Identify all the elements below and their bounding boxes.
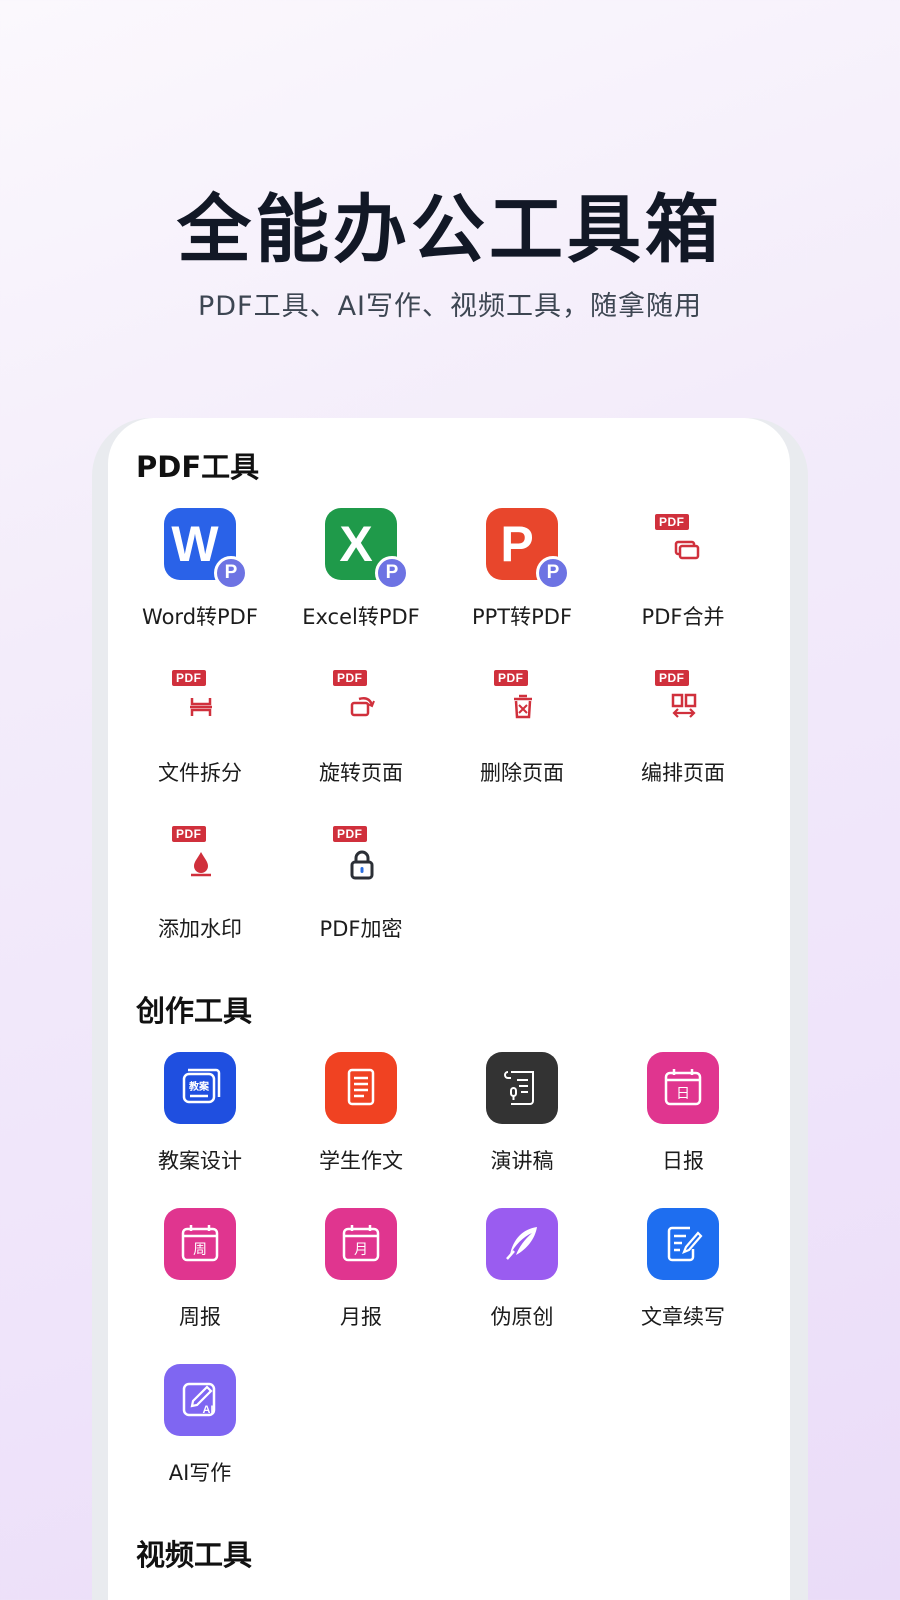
daily-report-icon: 日 [647,1052,719,1124]
tool-label: 教案设计 [158,1149,242,1173]
speech-icon [486,1052,558,1124]
tool-label: 周报 [179,1305,221,1329]
rewrite-icon [486,1208,558,1280]
svg-text:月: 月 [354,1242,368,1258]
tool-label: AI写作 [168,1461,232,1485]
tool-label: Excel转PDF [302,605,420,629]
section-title-creation: 创作工具 [136,994,253,1028]
tool-pdf-rotate[interactable]: PDF 旋转页面 [279,660,443,800]
tool-label: 删除页面 [480,761,564,785]
tool-student-essay[interactable]: 学生作文 [279,1048,443,1188]
pdf-delete-icon: PDF [494,664,550,736]
tool-weekly-report[interactable]: 周 周报 [118,1204,282,1344]
tool-ai-writing[interactable]: AI AI写作 [118,1360,282,1500]
tool-label: Word转PDF [142,605,258,629]
student-essay-icon [325,1052,397,1124]
hero-subtitle: PDF工具、AI写作、视频工具，随拿随用 [197,291,703,322]
pdf-watermark-icon: PDF [172,820,228,892]
tool-pdf-split[interactable]: PDF 文件拆分 [118,660,282,800]
article-continue-icon [647,1208,719,1280]
svg-text:教案: 教案 [188,1080,210,1093]
tool-lesson-plan[interactable]: 教案 教案设计 [118,1048,282,1188]
hero-title: 全能办公工具箱 [177,187,723,273]
tools-card: PDF工具 W P Word转PDF X P Excel转PDF P P PPT… [108,418,790,1600]
pdf-lock-icon: PDF [333,820,389,892]
ppt-to-pdf-icon: P P [486,508,570,590]
tool-label: 文章续写 [641,1305,725,1329]
tool-word-to-pdf[interactable]: W P Word转PDF [118,504,282,644]
tool-monthly-report[interactable]: 月 月报 [279,1204,443,1344]
pdf-merge-icon: PDF [655,508,711,580]
tool-pdf-lock[interactable]: PDF PDF加密 [279,816,443,956]
tool-label: 旋转页面 [319,761,403,785]
tool-label: 日报 [662,1149,704,1173]
word-to-pdf-icon: W P [164,508,248,590]
tool-label: 添加水印 [158,917,242,941]
tool-daily-report[interactable]: 日 日报 [601,1048,765,1188]
section-title-pdf: PDF工具 [136,450,260,484]
tool-pdf-watermark[interactable]: PDF 添加水印 [118,816,282,956]
tool-pdf-arrange[interactable]: PDF 编排页面 [601,660,765,800]
pdf-rotate-icon: PDF [333,664,389,736]
tool-label: 文件拆分 [158,761,242,785]
tool-label: 演讲稿 [490,1149,554,1173]
tool-label: PDF合并 [641,605,725,629]
svg-text:日: 日 [676,1086,690,1102]
tool-article-continue[interactable]: 文章续写 [601,1204,765,1344]
tool-label: 月报 [340,1305,382,1329]
pdf-split-icon: PDF [172,664,228,736]
tool-pdf-merge[interactable]: PDF PDF合并 [601,504,765,644]
tool-label: 编排页面 [641,761,725,785]
tool-label: 伪原创 [490,1305,554,1329]
pdf-arrange-icon: PDF [655,664,711,736]
svg-text:周: 周 [193,1242,207,1258]
tool-rewrite[interactable]: 伪原创 [440,1204,604,1344]
ai-writing-icon: AI [164,1364,236,1436]
tool-pdf-delete[interactable]: PDF 删除页面 [440,660,604,800]
weekly-report-icon: 周 [164,1208,236,1280]
excel-to-pdf-icon: X P [325,508,409,590]
lesson-plan-icon: 教案 [164,1052,236,1124]
tool-label: 学生作文 [319,1149,403,1173]
section-title-video: 视频工具 [136,1538,253,1572]
tool-label: PPT转PDF [471,605,573,629]
tool-speech[interactable]: 演讲稿 [440,1048,604,1188]
tool-ppt-to-pdf[interactable]: P P PPT转PDF [440,504,604,644]
tool-excel-to-pdf[interactable]: X P Excel转PDF [279,504,443,644]
tool-label: PDF加密 [319,917,403,941]
monthly-report-icon: 月 [325,1208,397,1280]
svg-text:AI: AI [203,1404,214,1416]
